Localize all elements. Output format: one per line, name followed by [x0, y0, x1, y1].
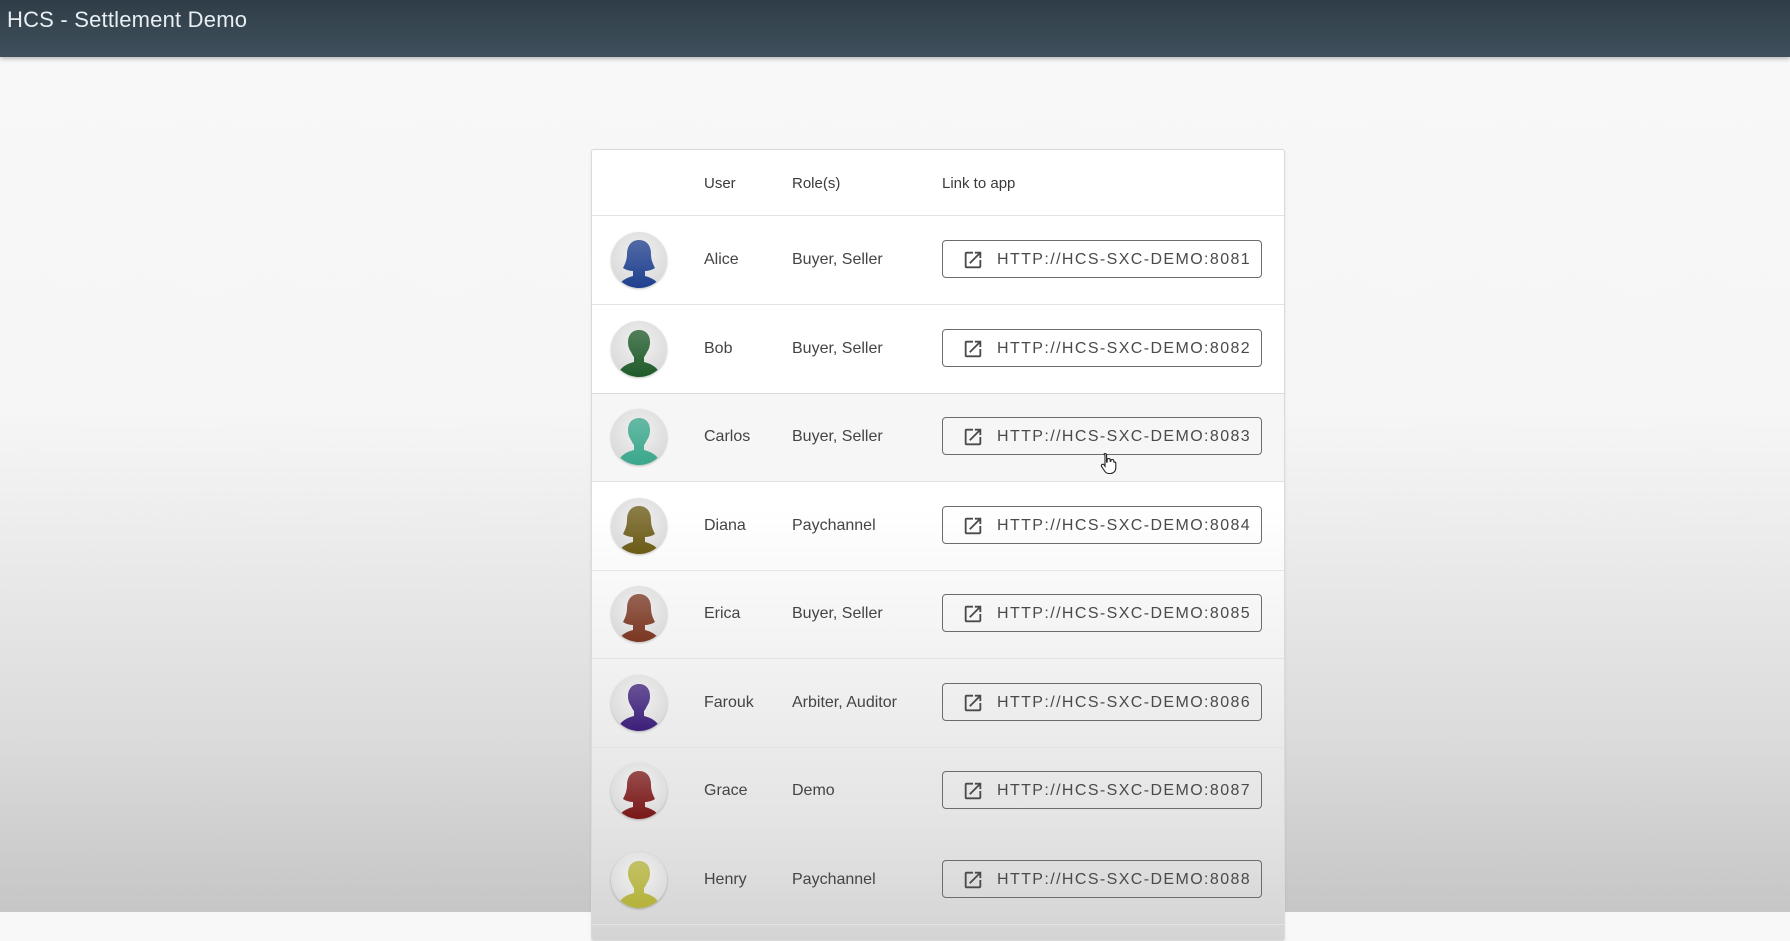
open-in-new-icon [964, 605, 982, 623]
female-silhouette-icon [617, 594, 661, 642]
link-label: HTTP://HCS-SXC-DEMO:8085 [997, 605, 1252, 622]
avatar [611, 497, 667, 554]
user-name: Henry [704, 870, 747, 888]
user-roles: Paychannel [792, 516, 876, 534]
table-row: Alice Buyer, Seller HTTP://HCS-SXC-DEMO:80… [592, 216, 1284, 305]
avatar [611, 409, 667, 465]
open-in-new-icon [964, 871, 982, 888]
avatar [611, 586, 667, 642]
open-app-link-button[interactable]: HTTP://HCS-SXC-DEMO:8085 [942, 594, 1262, 632]
male-silhouette-icon [617, 329, 661, 377]
link-label: HTTP://HCS-SXC-DEMO:8088 [997, 870, 1252, 888]
user-roles: Buyer, Seller [792, 605, 883, 622]
user-name: Alice [704, 251, 739, 268]
header-user: User [704, 175, 736, 192]
user-name: Bob [704, 339, 733, 357]
link-label: HTTP://HCS-SXC-DEMO:8082 [997, 339, 1252, 357]
user-name: Erica [704, 605, 741, 622]
open-in-new-icon [964, 694, 982, 711]
table-row: Grace Demo HTTP://HCS-SXC-DEMO:8087 [592, 747, 1284, 836]
open-in-new-icon [964, 251, 982, 269]
user-name: Farouk [704, 693, 754, 711]
header-link: Link to app [942, 175, 1016, 192]
table-row: Erica Buyer, Seller HTTP://HCS-SXC-DEMO:80… [592, 570, 1284, 659]
user-name: Diana [704, 516, 746, 534]
table-row: Carlos Buyer, Seller HTTP://HCS-SXC-DEMO:8… [592, 393, 1284, 482]
male-silhouette-icon [617, 418, 661, 465]
table-row: Henry Paychannel HTTP://HCS-SXC-DEMO:8088 [592, 836, 1284, 925]
user-roles: Arbiter, Auditor [792, 693, 897, 711]
female-silhouette-icon [617, 505, 661, 554]
user-roles: Buyer, Seller [792, 251, 883, 268]
link-label: HTTP://HCS-SXC-DEMO:8086 [997, 693, 1252, 711]
male-silhouette-icon [617, 860, 661, 908]
open-app-link-button[interactable]: HTTP://HCS-SXC-DEMO:8086 [942, 682, 1262, 721]
link-label: HTTP://HCS-SXC-DEMO:8087 [997, 782, 1252, 799]
avatar [611, 232, 667, 288]
app-title: HCS - Settlement Demo [7, 7, 248, 32]
open-app-link-button[interactable]: HTTP://HCS-SXC-DEMO:8083 [942, 417, 1262, 455]
header-roles: Role(s) [792, 175, 841, 192]
app-bar: HCS - Settlement Demo [0, 0, 1790, 57]
table-row: Farouk Arbiter, Auditor HTTP://HCS-SXC-DEM… [592, 659, 1284, 748]
link-label: HTTP://HCS-SXC-DEMO:8081 [997, 251, 1252, 268]
table-row: Diana Paychannel HTTP://HCS-SXC-DEMO:8084 [592, 482, 1284, 571]
avatar [611, 763, 667, 819]
open-app-link-button[interactable]: HTTP://HCS-SXC-DEMO:8087 [942, 771, 1262, 809]
open-in-new-icon [964, 340, 982, 357]
open-app-link-button[interactable]: HTTP://HCS-SXC-DEMO:8082 [942, 328, 1262, 367]
user-roles: Buyer, Seller [792, 339, 883, 357]
avatar [611, 320, 667, 377]
user-roles: Buyer, Seller [792, 428, 883, 445]
user-roles: Paychannel [792, 870, 876, 888]
avatar [611, 851, 667, 908]
open-in-new-icon [964, 428, 982, 446]
link-label: HTTP://HCS-SXC-DEMO:8084 [997, 516, 1252, 534]
female-silhouette-icon [617, 240, 661, 288]
table-header: User Role(s) Link to app [592, 150, 1284, 216]
open-app-link-button[interactable]: HTTP://HCS-SXC-DEMO:8088 [942, 859, 1262, 898]
male-silhouette-icon [617, 683, 661, 731]
table-row: Bob Buyer, Seller HTTP://HCS-SXC-DEMO:8082 [592, 305, 1284, 394]
avatar [611, 674, 667, 731]
open-app-link-button[interactable]: HTTP://HCS-SXC-DEMO:8081 [942, 240, 1262, 278]
user-name: Grace [704, 782, 748, 799]
open-in-new-icon [964, 782, 982, 800]
link-label: HTTP://HCS-SXC-DEMO:8083 [997, 428, 1252, 445]
hand-pointer-cursor-icon [1100, 452, 1117, 474]
female-silhouette-icon [617, 771, 661, 819]
user-roles: Demo [792, 782, 835, 799]
open-app-link-button[interactable]: HTTP://HCS-SXC-DEMO:8084 [942, 505, 1262, 544]
users-table: User Role(s) Link to app Alice Buyer, Sel… [591, 149, 1285, 941]
user-name: Carlos [704, 428, 751, 445]
open-in-new-icon [964, 517, 982, 534]
